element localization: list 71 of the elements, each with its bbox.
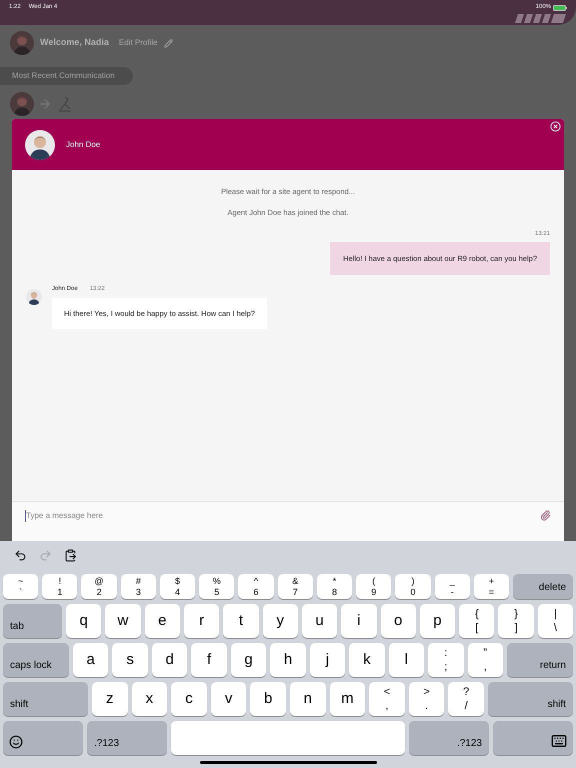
tab-key[interactable]: tab xyxy=(3,604,62,638)
hide-keyboard-key[interactable] xyxy=(493,721,573,755)
keyboard-key[interactable]: $ 4 xyxy=(160,574,196,599)
keyboard-key[interactable]: : ; xyxy=(428,643,464,677)
keyboard-key[interactable]: ( 9 xyxy=(356,574,392,599)
return-key[interactable]: return xyxy=(506,643,573,677)
keyboard-key[interactable]: ) 0 xyxy=(395,574,431,599)
keyboard-key[interactable]: a xyxy=(73,643,108,677)
keyboard-key[interactable]: ” , xyxy=(468,643,503,677)
undo-icon[interactable] xyxy=(14,549,27,562)
keyboard-key[interactable]: k xyxy=(349,643,385,677)
keyboard-key[interactable]: c xyxy=(171,682,207,716)
caps-lock-key[interactable]: caps lock xyxy=(3,643,69,677)
keyboard-key[interactable]: < , xyxy=(369,682,405,716)
keyboard-key[interactable]: > . xyxy=(408,682,444,716)
paste-icon[interactable] xyxy=(64,549,77,562)
shift-key[interactable]: shift xyxy=(488,682,573,716)
keyboard-key[interactable]: % 5 xyxy=(199,574,234,599)
keyboard-key[interactable]: n xyxy=(290,682,326,716)
keyboard-key[interactable]: ~ ` xyxy=(3,574,38,599)
keyboard-key[interactable]: z xyxy=(92,682,128,716)
keyboard-key[interactable]: d xyxy=(152,643,188,677)
keyboard-key[interactable]: w xyxy=(105,604,141,638)
keyboard-key[interactable]: i xyxy=(341,604,376,638)
keyboard-key[interactable]: ? / xyxy=(448,682,484,716)
keyboard-icon xyxy=(551,733,567,749)
keyboard-key[interactable]: t xyxy=(223,604,259,638)
keyboard-key[interactable]: & 7 xyxy=(278,574,313,599)
smiley-icon xyxy=(9,735,23,749)
pencil-icon xyxy=(164,38,173,48)
numbers-key[interactable]: .?123 xyxy=(409,721,489,755)
keyboard-key[interactable]: j xyxy=(310,643,346,677)
keyboard-key[interactable]: q xyxy=(66,604,102,638)
keyboard-key[interactable]: y xyxy=(262,604,298,638)
keyboard-key[interactable]: ! 1 xyxy=(42,574,78,599)
logo-icon xyxy=(515,14,567,23)
keyboard-key[interactable]: u xyxy=(302,604,338,638)
keyboard-key[interactable]: { [ xyxy=(459,604,494,638)
delete-key[interactable]: delete xyxy=(513,574,574,599)
keyboard-key[interactable]: # 3 xyxy=(120,574,156,599)
keyboard-key[interactable]: x xyxy=(132,682,168,716)
agent-name: John Doe xyxy=(66,138,100,150)
keyboard-key[interactable]: @ 2 xyxy=(81,574,117,599)
emoji-key[interactable] xyxy=(3,721,83,755)
keyboard-key[interactable]: m xyxy=(330,682,366,716)
keyboard-key[interactable]: ^ 6 xyxy=(238,574,274,599)
keyboard-key[interactable]: e xyxy=(144,604,180,638)
section-label: Most Recent Communication xyxy=(0,67,133,85)
keyboard-key[interactable]: + = xyxy=(474,574,510,599)
close-icon[interactable] xyxy=(550,121,561,132)
keyboard-key[interactable]: g xyxy=(230,643,266,677)
numbers-key[interactable]: .?123 xyxy=(87,721,167,755)
keyboard-key[interactable]: * 8 xyxy=(316,574,352,599)
keyboard-key[interactable]: | \ xyxy=(538,604,574,638)
keyboard-key[interactable]: f xyxy=(191,643,227,677)
welcome-text: Welcome, Nadia xyxy=(40,36,109,50)
battery-icon xyxy=(553,4,567,10)
shift-key[interactable]: shift xyxy=(3,682,88,716)
keyboard-key[interactable]: _ - xyxy=(434,574,470,599)
keyboard-key[interactable]: r xyxy=(184,604,220,638)
message-input[interactable]: Type a message here xyxy=(25,510,325,522)
keyboard-key[interactable]: s xyxy=(112,643,148,677)
attach-icon[interactable] xyxy=(540,510,551,521)
keyboard-key[interactable]: v xyxy=(210,682,246,716)
arrow-icon xyxy=(38,97,52,111)
keyboard-key[interactable]: l xyxy=(388,643,424,677)
keyboard-key[interactable]: p xyxy=(420,604,456,638)
keyboard-key[interactable]: b xyxy=(250,682,286,716)
keyboard-key[interactable]: } ] xyxy=(498,604,534,638)
keyboard-key[interactable]: h xyxy=(270,643,306,677)
keyboard-key[interactable]: o xyxy=(380,604,416,638)
